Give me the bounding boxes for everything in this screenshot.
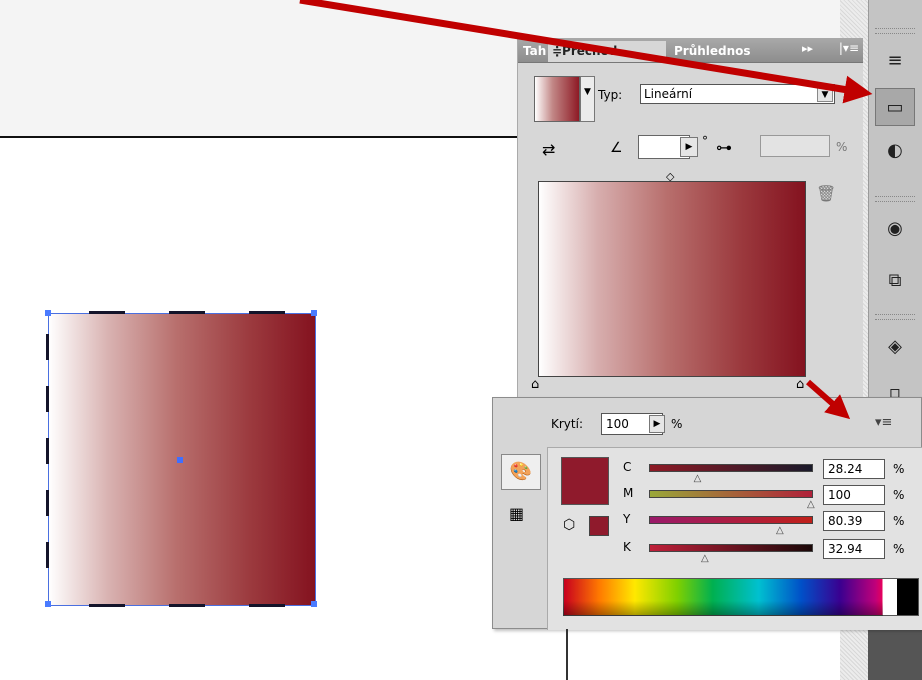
color-mode-palette-icon[interactable]: 🎨 [501,454,541,490]
transform-icon[interactable]: ⧉ [875,262,915,300]
selection-handle[interactable] [45,310,51,316]
unit-k: % [893,542,905,556]
artboard-edge [0,136,520,138]
color-panel-menu-icon[interactable]: ▾≡ [875,415,892,430]
unit-y: % [893,514,905,528]
opacity-label: Krytí: [551,417,583,431]
chevron-down-icon[interactable]: ▼ [817,86,833,102]
swatch-grid-icon[interactable]: ▦ [509,504,524,523]
unit-c: % [893,462,905,476]
color-panel: Krytí: 100 ▶ % ▾≡ 🎨 ▦ ⬡ C △ 28.24 % M △ … [492,397,922,630]
dashed-edge [46,490,49,516]
layers-icon[interactable]: ◈ [875,328,915,366]
tab-stroke[interactable]: Tah [519,41,547,62]
type-label: Typ: [598,88,623,102]
unit-m: % [893,488,905,502]
channel-label-y: Y [623,512,631,526]
fill-color-swatch[interactable] [561,457,609,505]
stroke-panel-icon[interactable]: ≡ [875,42,915,80]
selection-center-point[interactable] [177,457,183,463]
dashed-edge [46,438,49,464]
channel-label-c: C [623,460,632,474]
gradient-ramp[interactable] [538,181,806,377]
dashed-edge [89,604,125,607]
delete-stop-icon[interactable]: 🗑 [816,184,836,203]
dashed-edge [169,311,205,314]
reverse-gradient-icon[interactable]: ⇄ [542,140,562,160]
selection-handle[interactable] [311,601,317,607]
artboard-edge [566,629,568,680]
dashed-edge [249,311,285,314]
dashed-edge [46,386,49,412]
panel-menu-icon[interactable]: |▾≡ [839,41,859,55]
aspect-ratio-input[interactable] [760,135,830,157]
gradient-panel-icon[interactable]: ▭ [875,88,915,126]
collapse-panel-icon[interactable]: ▸▸ [802,42,813,55]
input-m[interactable]: 100 [823,485,885,505]
dashed-edge [46,542,49,568]
angle-dropdown-button[interactable]: ▶ [680,137,698,157]
channel-label-m: M [623,486,634,500]
degree-symbol: ° [702,134,708,148]
transparency-panel-icon[interactable]: ◐ [875,132,915,170]
opacity-unit: % [671,417,683,431]
slider-thumb-m[interactable]: △ [807,500,815,510]
gamut-color-swatch[interactable] [589,516,609,536]
appearance-icon[interactable]: ◉ [875,210,915,248]
opacity-dropdown-button[interactable]: ▶ [649,415,665,433]
slider-thumb-k[interactable]: △ [701,554,709,564]
gradient-panel: Tah ≑Přechod Průhlednos ▸▸ |▾≡ ▼ Typ: Li… [517,38,863,408]
aspect-ratio-icon: ⊶ [716,138,732,157]
input-k[interactable]: 32.94 [823,539,885,559]
slider-y[interactable] [649,516,813,524]
tab-gradient[interactable]: ≑Přechod [548,41,666,62]
dock-separator [875,314,915,320]
panel-tab-bar: Tah ≑Přechod Průhlednos ▸▸ |▾≡ [518,38,863,63]
dashed-edge [89,311,125,314]
slider-thumb-c[interactable]: △ [694,474,702,484]
input-y[interactable]: 80.39 [823,511,885,531]
spectrum-shading [563,578,883,616]
dashed-edge [46,334,49,360]
dashed-edge [249,604,285,607]
swatch-dropdown-button[interactable]: ▼ [580,76,595,122]
angle-icon: ∠ [610,140,623,156]
selection-handle[interactable] [45,601,51,607]
slider-k[interactable] [649,544,813,552]
gradient-type-select[interactable]: Lineární ▼ [640,84,835,104]
stop-icon[interactable]: ⌂ [531,377,539,392]
gradient-swatch[interactable] [534,76,580,122]
selection-handle[interactable] [311,310,317,316]
slider-thumb-y[interactable]: △ [776,526,784,536]
slider-c[interactable] [649,464,813,472]
dock-separator [875,196,915,202]
channel-label-k: K [623,540,631,554]
tab-transparency[interactable]: Průhlednos [670,41,765,62]
gradient-type-value: Lineární [644,87,693,101]
input-c[interactable]: 28.24 [823,459,885,479]
slider-m[interactable] [649,490,813,498]
dashed-edge [169,604,205,607]
aspect-ratio-unit: % [836,140,848,154]
dock-separator [875,28,915,34]
out-of-gamut-cube-icon[interactable]: ⬡ [563,517,575,533]
stop-icon[interactable]: ⌂ [796,377,804,392]
